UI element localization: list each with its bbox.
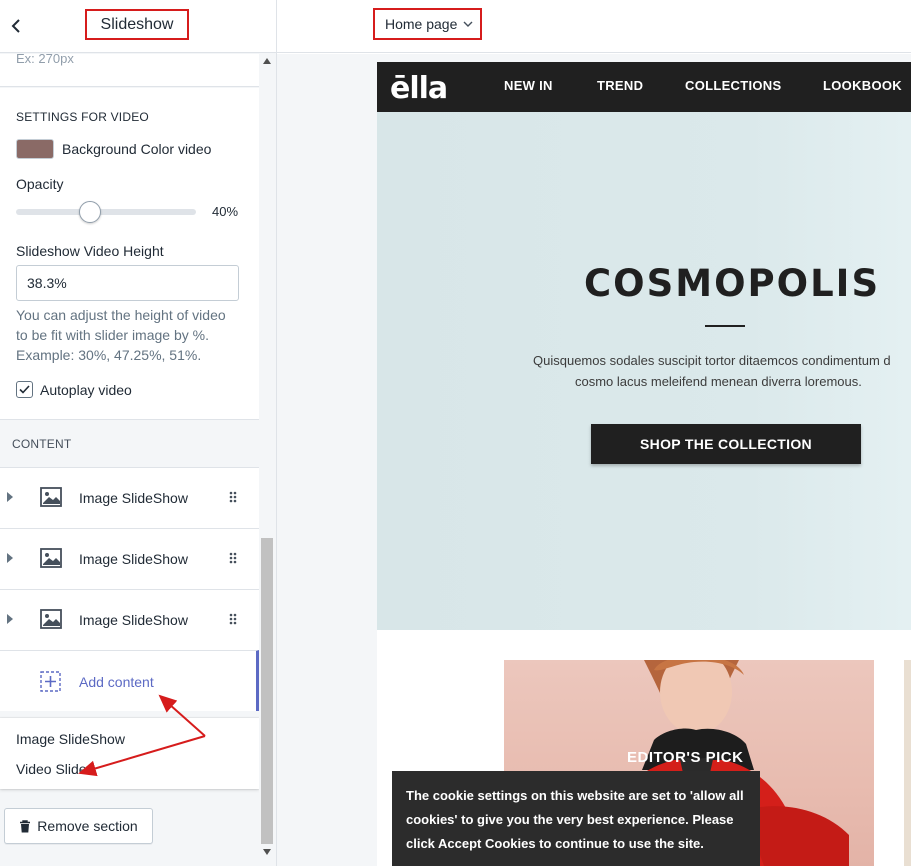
hero-title: COSMOPOLIS bbox=[584, 262, 881, 305]
content-block-item[interactable]: Image SlideShow bbox=[0, 467, 259, 528]
scroll-down-icon[interactable] bbox=[263, 849, 271, 855]
scrollbar-thumb[interactable] bbox=[261, 538, 273, 844]
back-button[interactable] bbox=[4, 12, 28, 40]
autoplay-checkbox[interactable] bbox=[16, 381, 33, 398]
store-preview: ēlla NEW IN TREND COLLECTIONS LOOKBOOK C… bbox=[377, 62, 911, 866]
content-block-item[interactable]: Image SlideShow bbox=[0, 589, 259, 650]
background-color-swatch[interactable] bbox=[16, 139, 54, 159]
add-block-icon bbox=[40, 671, 61, 692]
chevron-left-icon bbox=[11, 19, 20, 33]
popover-option-image-slideshow[interactable]: Image SlideShow bbox=[16, 731, 125, 747]
image-icon bbox=[40, 487, 62, 507]
trash-icon bbox=[20, 819, 31, 832]
hero-subtitle-line-1: Quisquemos sodales suscipit tortor ditae… bbox=[533, 353, 891, 368]
add-content-label: Add content bbox=[79, 674, 154, 690]
page-selector-value: Home page bbox=[385, 16, 458, 32]
video-height-label: Slideshow Video Height bbox=[16, 243, 164, 259]
video-settings-title: SETTINGS FOR VIDEO bbox=[16, 110, 149, 124]
video-height-help-3: Example: 30%, 47.25%, 51%. bbox=[16, 347, 202, 363]
content-block-label: Image SlideShow bbox=[79, 490, 188, 506]
drag-handle-icon[interactable] bbox=[229, 491, 237, 503]
image-icon bbox=[40, 609, 62, 629]
cookie-text-line-2: cookies' to give you the very best exper… bbox=[406, 812, 734, 827]
page-selector[interactable]: Home page bbox=[373, 8, 482, 40]
nav-trend[interactable]: TREND bbox=[597, 78, 643, 93]
theme-settings-panel: Slideshow Ex: 270px SETTINGS FOR VIDEO B… bbox=[0, 0, 277, 866]
content-block-item[interactable]: Image SlideShow bbox=[0, 528, 259, 589]
video-height-help-1: You can adjust the height of video bbox=[16, 307, 226, 323]
nav-collections[interactable]: COLLECTIONS bbox=[685, 78, 781, 93]
content-section-title: CONTENT bbox=[12, 437, 72, 451]
opacity-label: Opacity bbox=[16, 176, 64, 192]
popover-option-video-slider[interactable]: Video Slider bbox=[16, 761, 91, 777]
hero-slide: COSMOPOLIS Quisquemos sodales suscipit t… bbox=[377, 112, 911, 630]
remove-section-label: Remove section bbox=[37, 818, 138, 834]
remove-section-button[interactable]: Remove section bbox=[4, 808, 153, 844]
nav-new-in[interactable]: NEW IN bbox=[504, 78, 553, 93]
store-logo[interactable]: ēlla bbox=[390, 71, 448, 106]
previous-setting-card: Ex: 270px bbox=[0, 51, 259, 87]
cookie-text-line-3: click Accept Cookies to continue to use … bbox=[406, 836, 704, 851]
cookie-banner: The cookie settings on this website are … bbox=[392, 771, 760, 866]
editor-top-bar: Home page bbox=[277, 0, 911, 53]
drag-handle-icon[interactable] bbox=[229, 552, 237, 564]
previous-setting-hint: Ex: 270px bbox=[16, 51, 74, 66]
image-icon bbox=[40, 548, 62, 568]
chevron-down-icon bbox=[463, 21, 473, 27]
autoplay-label: Autoplay video bbox=[40, 382, 132, 398]
drag-handle-icon[interactable] bbox=[229, 613, 237, 625]
hero-subtitle: Quisquemos sodales suscipit tortor ditae… bbox=[533, 350, 911, 392]
next-product-image-edge bbox=[904, 660, 911, 866]
content-block-label: Image SlideShow bbox=[79, 551, 188, 567]
add-content-button[interactable]: Add content bbox=[0, 650, 259, 711]
caret-right-icon[interactable] bbox=[7, 492, 13, 502]
video-height-help-2: to be fit with slider image by %. bbox=[16, 327, 209, 343]
opacity-slider-thumb[interactable] bbox=[79, 201, 101, 223]
cookie-text-line-1: The cookie settings on this website are … bbox=[406, 788, 744, 803]
opacity-slider-track[interactable] bbox=[16, 209, 196, 215]
hero-subtitle-line-2: cosmo lacus meleifend menean diverra lor… bbox=[575, 374, 862, 389]
content-block-label: Image SlideShow bbox=[79, 612, 188, 628]
store-navbar: ēlla NEW IN TREND COLLECTIONS LOOKBOOK bbox=[377, 62, 911, 112]
hero-divider bbox=[705, 325, 745, 327]
scroll-up-icon[interactable] bbox=[263, 58, 271, 64]
opacity-value: 40% bbox=[212, 204, 239, 219]
caret-right-icon[interactable] bbox=[7, 553, 13, 563]
background-color-label: Background Color video bbox=[62, 141, 212, 157]
video-height-input[interactable] bbox=[16, 265, 239, 301]
shop-collection-button[interactable]: SHOP THE COLLECTION bbox=[591, 424, 861, 464]
video-settings-card: SETTINGS FOR VIDEO Background Color vide… bbox=[0, 88, 259, 420]
checkmark-icon bbox=[19, 385, 30, 394]
panel-header: Slideshow bbox=[0, 0, 276, 53]
caret-right-icon[interactable] bbox=[7, 614, 13, 624]
nav-lookbook[interactable]: LOOKBOOK bbox=[823, 78, 902, 93]
add-content-popover: Image SlideShow Video Slider bbox=[0, 718, 259, 789]
editors-pick-label: EDITOR'S PICK bbox=[627, 749, 744, 766]
panel-title: Slideshow bbox=[85, 9, 189, 40]
